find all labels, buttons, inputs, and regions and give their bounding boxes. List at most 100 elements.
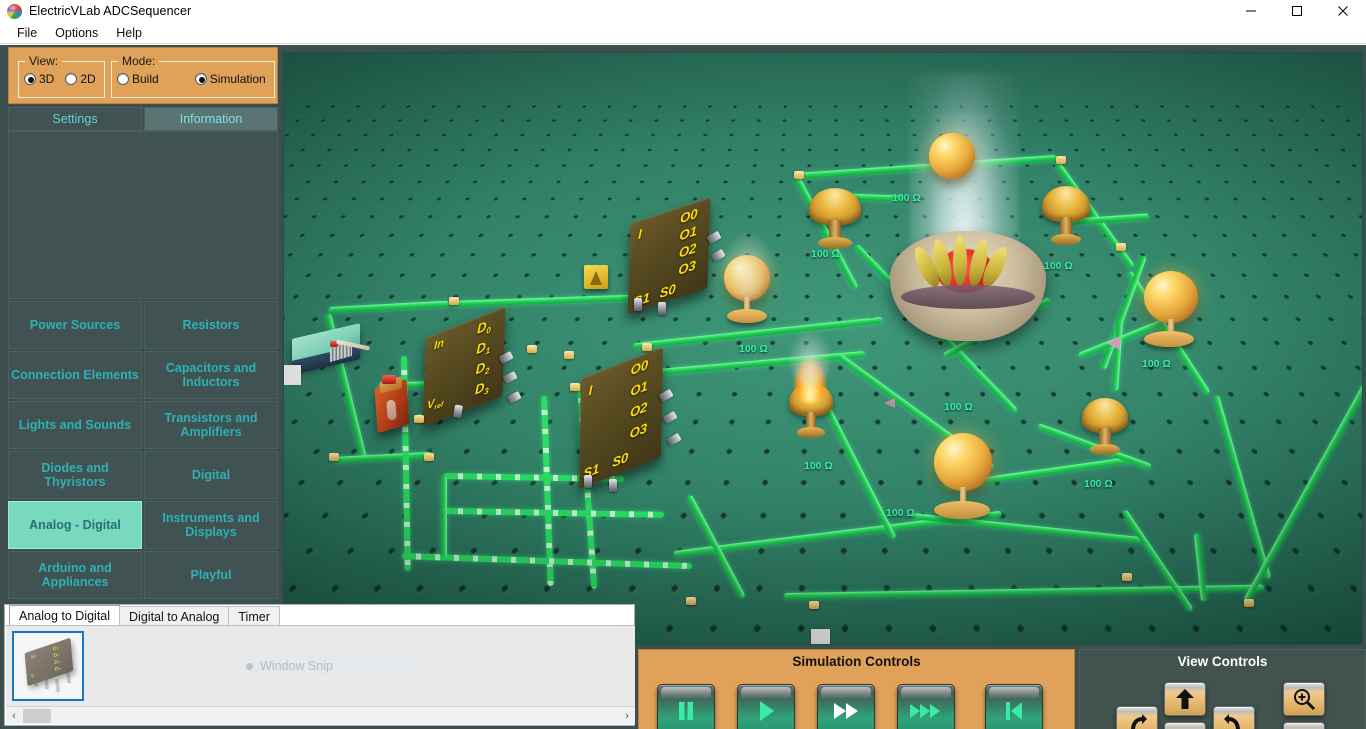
resistor-label: 100 Ω (892, 192, 921, 204)
window-snip-dot-icon (246, 663, 253, 670)
battery-terminal (382, 375, 396, 384)
zoom-in-button[interactable] (1283, 682, 1325, 716)
pan-up-button[interactable] (1164, 682, 1206, 716)
category-transistors-amplifiers[interactable]: Transistors and Amplifiers (144, 401, 278, 449)
pause-icon (673, 698, 699, 724)
lamp-bulb[interactable] (1144, 271, 1198, 323)
window-snip-label: Window Snip (260, 659, 333, 673)
application-window: ElectricVLab ADCSequencer File Options H… (0, 0, 1366, 729)
decoder2-pin-o0-label: O0 (631, 356, 649, 378)
connector-node (329, 453, 339, 461)
mode-group-label: Mode: (118, 54, 159, 68)
wire (441, 476, 447, 512)
tray-tab-digital-to-analog[interactable]: Digital to Analog (119, 606, 229, 626)
tray-item-adc-chip[interactable]: In D₀ D₁ D₂ D₃ V (12, 631, 84, 701)
tray-scroll-track[interactable] (51, 707, 619, 725)
decoder2-pin-o1-label: O1 (630, 378, 648, 400)
view-controls-title: View Controls (1080, 654, 1365, 669)
menu-help[interactable]: Help (107, 24, 151, 42)
maximize-button[interactable] (1274, 0, 1320, 22)
connector-node (527, 345, 537, 353)
restart-button[interactable] (985, 684, 1043, 729)
tray-horizontal-scrollbar[interactable]: ‹ › (6, 706, 635, 724)
tray-tab-analog-to-digital[interactable]: Analog to Digital (9, 605, 120, 626)
fountain-rim (901, 285, 1035, 309)
viewport-vertical-scroll-thumb[interactable] (284, 365, 301, 385)
lamp-bulb[interactable] (934, 433, 992, 491)
pan-down-button[interactable] (1164, 722, 1206, 729)
decoder-pin-s0-label: S0 (660, 281, 676, 301)
category-digital[interactable]: Digital (144, 451, 278, 499)
lamp-bulb[interactable] (929, 133, 975, 179)
tab-settings[interactable]: Settings (8, 107, 142, 131)
category-resistors[interactable]: Resistors (144, 301, 278, 349)
close-button[interactable] (1320, 0, 1366, 22)
resistor-label: 100 Ω (1044, 260, 1073, 272)
app-logo-icon (7, 4, 22, 19)
torch-foot (734, 309, 760, 319)
category-analog-digital[interactable]: Analog - Digital (8, 501, 142, 549)
minimize-button[interactable] (1228, 0, 1274, 22)
adc-pin-in-label: In (434, 337, 444, 353)
category-diodes-thyristors[interactable]: Diodes and Thyristors (8, 451, 142, 499)
radio-simulation-label: Simulation (210, 72, 266, 86)
menu-options[interactable]: Options (46, 24, 107, 42)
menu-bar: File Options Help (0, 22, 1366, 44)
category-instruments-displays[interactable]: Instruments and Displays (144, 501, 278, 549)
simulation-viewport[interactable]: 15 V In D0 D1 D2 D3 Vref I O0 O1 O2 O3 (283, 52, 1363, 645)
menu-file[interactable]: File (8, 24, 46, 42)
component-tray: Analog to Digital Digital to Analog Time… (4, 604, 635, 726)
pause-button[interactable] (657, 684, 715, 729)
category-lights-sounds[interactable]: Lights and Sounds (8, 401, 142, 449)
category-capacitors-inductors[interactable]: Capacitors and Inductors (144, 351, 278, 399)
decoder2-pin-s0-label: S0 (612, 449, 628, 470)
goblet-light[interactable] (809, 188, 861, 248)
category-arduino-appliances[interactable]: Arduino and Appliances (8, 551, 142, 599)
torch-foot (797, 427, 825, 438)
category-power-sources[interactable]: Power Sources (8, 301, 142, 349)
decoder2-pin-o3-label: O3 (630, 420, 648, 442)
left-panel: View: 3D 2D Mode: Build Simulation Setti… (4, 45, 282, 602)
chip-leg (55, 679, 59, 691)
viewport-horizontal-scroll-thumb[interactable] (811, 629, 830, 645)
tab-information[interactable]: Information (144, 107, 278, 131)
connector-node (564, 351, 574, 359)
goblet-light[interactable] (1042, 186, 1090, 244)
decoder2-pin-o2-label: O2 (630, 399, 648, 421)
play-button[interactable] (737, 684, 795, 729)
goblet-foot (1051, 234, 1082, 246)
fast-forward-icon (831, 698, 861, 724)
chip-thumb-label-d3: D₃ (55, 665, 61, 673)
view-mode-toolbar: View: 3D 2D Mode: Build Simulation (8, 47, 278, 104)
arrow-up-icon (1175, 688, 1195, 710)
radio-build[interactable] (117, 73, 129, 85)
tray-tab-timer[interactable]: Timer (228, 606, 279, 626)
tray-scroll-thumb[interactable] (23, 709, 51, 723)
radio-simulation[interactable] (195, 73, 207, 85)
rotate-left-button[interactable] (1116, 706, 1158, 729)
connector-node (1122, 573, 1132, 581)
chip-pin (584, 475, 592, 488)
faster-forward-icon (909, 698, 943, 724)
fast-forward-button[interactable] (817, 684, 875, 729)
component-category-grid: Power Sources Resistors Connection Eleme… (8, 301, 278, 599)
tray-scroll-left-arrow[interactable]: ‹ (6, 707, 22, 725)
panel-tab-row: Settings Information (8, 107, 278, 131)
radio-2d[interactable] (65, 73, 77, 85)
rotate-right-button[interactable] (1213, 706, 1255, 729)
radio-3d[interactable] (24, 73, 36, 85)
category-connection-elements[interactable]: Connection Elements (8, 351, 142, 399)
resistor-label: 100 Ω (944, 401, 973, 413)
goblet-foot (1090, 444, 1119, 455)
resistor-label: 100 Ω (1084, 478, 1113, 490)
simulation-buttons (639, 680, 1074, 729)
connector-node (686, 597, 696, 605)
connector-node (1244, 599, 1254, 607)
category-playful[interactable]: Playful (144, 551, 278, 599)
zoom-out-button[interactable] (1283, 722, 1325, 729)
tray-scroll-right-arrow[interactable]: › (619, 707, 635, 725)
faster-forward-button[interactable] (897, 684, 955, 729)
adc-pin-d3-label: D3 (475, 377, 489, 400)
title-bar: ElectricVLab ADCSequencer (0, 0, 1366, 22)
decoder2-pin-i-label: I (589, 382, 593, 399)
